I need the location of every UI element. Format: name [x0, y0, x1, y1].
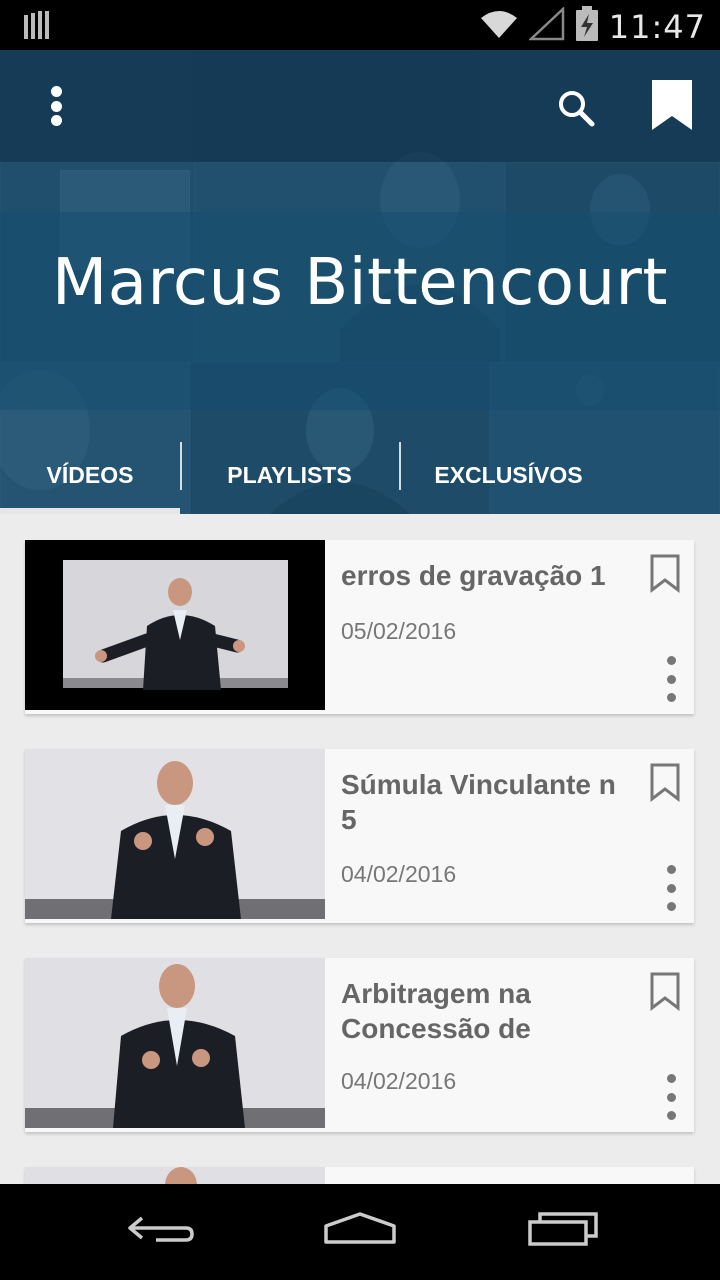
more-vert-icon	[666, 865, 676, 874]
bookmark-outline-icon	[650, 763, 680, 803]
card-bookmark-button[interactable]	[649, 763, 681, 803]
more-vert-dot	[666, 674, 676, 684]
home-button[interactable]	[320, 1206, 400, 1256]
video-title[interactable]: Súmula Vinculante n 5	[341, 767, 631, 837]
card-more-button[interactable]	[661, 656, 681, 702]
overflow-menu-icon	[50, 86, 62, 97]
overflow-menu-button[interactable]	[36, 80, 76, 132]
video-thumbnail[interactable]	[25, 958, 325, 1128]
no-signal-icon	[527, 6, 565, 46]
more-vert-dot	[666, 1092, 676, 1102]
signal-bars-icon	[24, 11, 50, 44]
battery-charging-icon	[575, 6, 599, 47]
channel-title: Marcus Bittencourt	[52, 246, 668, 320]
video-title[interactable]: erros de gravação 1	[341, 558, 631, 593]
video-list[interactable]: erros de gravação 1 05/02/2016 Súmula Vi…	[0, 514, 720, 1184]
back-icon	[128, 1216, 194, 1242]
video-thumbnail[interactable]	[25, 1167, 325, 1184]
card-bookmark-button[interactable]	[649, 972, 681, 1012]
tab-videos-label: VÍDEOS	[46, 461, 134, 488]
channel-header: Marcus Bittencourt VÍDEOS PLAYLISTS EXCL…	[0, 50, 720, 514]
more-vert-dot	[666, 902, 676, 911]
card-more-button[interactable]	[661, 1074, 681, 1120]
tab-playlists[interactable]: PLAYLISTS	[180, 440, 399, 510]
search-button[interactable]	[552, 84, 600, 132]
bookmarks-button[interactable]	[648, 78, 696, 134]
more-vert-icon	[666, 1074, 676, 1083]
tab-divider	[180, 442, 182, 490]
tab-divider	[399, 442, 401, 490]
search-icon	[559, 91, 595, 127]
video-thumbnail[interactable]	[25, 749, 325, 919]
back-button[interactable]	[120, 1206, 200, 1256]
toolbar	[0, 50, 720, 162]
video-card[interactable]: erros de gravação 1 05/02/2016	[25, 540, 694, 714]
card-more-button[interactable]	[661, 865, 681, 911]
more-vert-dot	[666, 883, 676, 893]
bookmark-icon	[652, 80, 692, 130]
bookmark-outline-icon	[650, 554, 680, 594]
more-vert-icon	[666, 656, 676, 665]
overflow-menu-dot	[50, 115, 62, 126]
system-nav-bar	[0, 1184, 720, 1280]
more-vert-dot	[666, 1111, 676, 1120]
wifi-icon	[479, 8, 519, 45]
overflow-menu-dot	[50, 100, 62, 112]
recents-icon	[528, 1212, 598, 1246]
tab-videos[interactable]: VÍDEOS	[0, 440, 180, 510]
tab-exclusivos[interactable]: EXCLUSÍVOS	[399, 440, 720, 510]
status-bar: 11:47	[0, 0, 720, 50]
video-date: 05/02/2016	[341, 618, 457, 644]
tab-playlists-label: PLAYLISTS	[227, 461, 352, 488]
tab-bar: VÍDEOS PLAYLISTS EXCLUSÍVOS	[0, 440, 720, 514]
video-card[interactable]: Arbitragem na Concessão de 04/02/2016	[25, 958, 694, 1132]
video-thumbnail[interactable]	[25, 540, 325, 710]
more-vert-dot	[666, 693, 676, 702]
video-card[interactable]: Súmula Vinculante n 5 04/02/2016	[25, 749, 694, 923]
tab-exclusivos-label: EXCLUSÍVOS	[434, 461, 583, 488]
bookmark-outline-icon	[650, 972, 680, 1012]
video-title[interactable]: Arbitragem na Concessão de	[341, 976, 631, 1046]
video-date: 04/02/2016	[341, 1068, 457, 1094]
recents-button[interactable]	[524, 1206, 604, 1256]
clock-time: 11:47	[608, 7, 706, 46]
home-icon	[324, 1212, 396, 1244]
video-date: 04/02/2016	[341, 861, 457, 887]
card-bookmark-button[interactable]	[649, 554, 681, 594]
video-card[interactable]	[25, 1167, 694, 1184]
